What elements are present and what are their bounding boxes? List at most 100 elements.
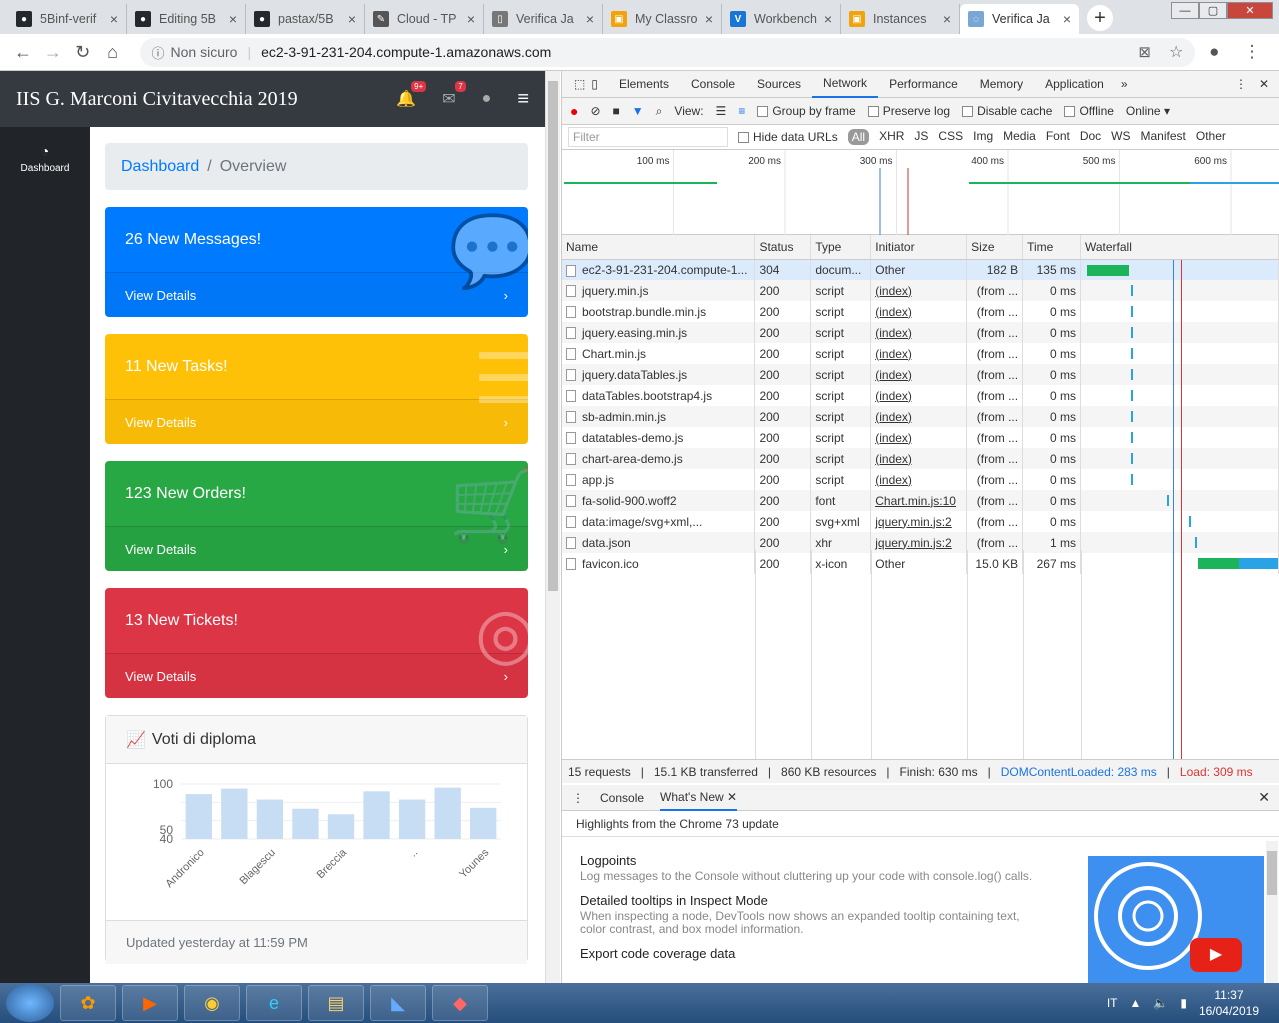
home-icon[interactable]: ⌂ [98, 42, 128, 63]
devtools-menu-icon[interactable]: ⋮ [1235, 77, 1247, 91]
table-row[interactable]: ec2-3-91-231-204.compute-1... 304 docum...… [562, 259, 1279, 280]
cell-initiator[interactable]: (index) [875, 368, 912, 382]
close-tab-icon[interactable]: × [943, 11, 951, 27]
vscode-icon[interactable]: ◣ [370, 985, 426, 1021]
devtools-tab-network[interactable]: Network [812, 71, 879, 98]
brand-title[interactable]: IIS G. Marconi Civitavecchia 2019 [16, 88, 370, 111]
column-header-type[interactable]: Type [810, 235, 872, 260]
close-tab-icon[interactable]: ✕ [727, 790, 737, 804]
table-row[interactable]: Chart.min.js 200 script (index) (from ... 0 m… [562, 343, 1279, 364]
hide-data-urls-checkbox[interactable]: Hide data URLs [738, 130, 838, 144]
close-tab-icon[interactable]: × [348, 11, 356, 27]
cell-initiator[interactable]: (index) [875, 452, 912, 466]
cell-initiator[interactable]: (index) [875, 347, 912, 361]
more-tabs-icon[interactable]: » [1121, 77, 1128, 91]
table-row[interactable]: datatables-demo.js 200 script (index) (from … [562, 427, 1279, 448]
clear-icon[interactable]: ⊘ [590, 104, 600, 118]
browser-tab[interactable]: ✎ Cloud - TP × [365, 4, 484, 34]
large-rows-icon[interactable]: ☰ [716, 104, 727, 118]
browser-tab[interactable]: ◌ Verifica Ja × [960, 4, 1079, 34]
column-header-initiator[interactable]: Initiator [870, 235, 968, 260]
settings-app-icon[interactable]: ✿ [60, 985, 116, 1021]
capture-screenshots-icon[interactable]: ■ [613, 104, 620, 118]
disable-cache-checkbox[interactable]: Disable cache [962, 104, 1052, 118]
type-filter-img[interactable]: Img [973, 129, 993, 145]
type-filter-xhr[interactable]: XHR [879, 129, 904, 145]
close-tab-icon[interactable]: × [705, 11, 713, 27]
column-header-name[interactable]: Name [562, 235, 756, 260]
clock[interactable]: 11:37 16/04/2019 [1199, 987, 1259, 1019]
type-filter-js[interactable]: JS [914, 129, 928, 145]
page-scrollbar[interactable] [545, 71, 560, 983]
chart-bar[interactable] [470, 807, 497, 839]
close-tab-icon[interactable]: × [1063, 11, 1071, 27]
type-filter-other[interactable]: Other [1196, 129, 1226, 145]
git-icon[interactable]: ◆ [432, 985, 488, 1021]
tray-expand-icon[interactable]: ▲ [1129, 996, 1141, 1010]
table-row[interactable]: jquery.easing.min.js 200 script (index) (fro… [562, 322, 1279, 343]
browser-tab[interactable]: ● Editing 5B × [127, 4, 246, 34]
browser-tab[interactable]: ● pastax/5B × [246, 4, 365, 34]
devtools-tab-performance[interactable]: Performance [878, 71, 969, 98]
view-details-link[interactable]: View Details › [105, 399, 528, 444]
browser-tab[interactable]: ▯ Verifica Ja × [484, 4, 603, 34]
start-button[interactable] [6, 984, 54, 1022]
close-devtools-icon[interactable]: ✕ [1259, 77, 1269, 91]
cell-initiator[interactable]: (index) [875, 410, 912, 424]
bookmark-star-icon[interactable]: ☆ [1169, 42, 1183, 62]
type-filter-css[interactable]: CSS [938, 129, 963, 145]
filter-input[interactable]: Filter [568, 127, 728, 147]
user-circle-icon[interactable]: ● [482, 90, 492, 108]
back-icon[interactable]: ← [8, 42, 38, 63]
browser-tab[interactable]: V Workbench × [722, 4, 841, 34]
device-toolbar-icon[interactable]: ▯ [591, 77, 598, 91]
devtools-tab-application[interactable]: Application [1034, 71, 1115, 98]
type-filter-ws[interactable]: WS [1111, 129, 1130, 145]
reload-icon[interactable]: ↻ [68, 42, 98, 63]
info-icon[interactable]: ⓘ [152, 43, 165, 62]
bell-icon[interactable]: 🔔 9+ [396, 81, 427, 109]
browser-tab[interactable]: ▣ Instances × [841, 4, 960, 34]
type-filter-manifest[interactable]: Manifest [1141, 129, 1186, 145]
chrome-devtools-video-thumbnail[interactable]: ▶ [1088, 856, 1264, 983]
volume-icon[interactable]: 🔈 [1153, 996, 1168, 1010]
close-window-button[interactable]: ✕ [1227, 2, 1273, 19]
type-filter-media[interactable]: Media [1003, 129, 1036, 145]
cell-initiator[interactable]: (index) [875, 389, 912, 403]
url-text[interactable]: ec2-3-91-231-204.compute-1.amazonaws.com [261, 44, 551, 60]
throttling-select[interactable]: Online ▾ [1126, 104, 1170, 118]
close-drawer-icon[interactable]: ✕ [1258, 789, 1270, 806]
network-icon[interactable]: ▮ [1180, 996, 1187, 1010]
drawer-menu-icon[interactable]: ⋮ [572, 791, 584, 805]
close-tab-icon[interactable]: × [824, 11, 832, 27]
page-scrollbar-thumb[interactable] [548, 81, 558, 591]
offline-checkbox[interactable]: Offline [1064, 104, 1114, 118]
table-row[interactable]: dataTables.bootstrap4.js 200 script (index)… [562, 385, 1279, 406]
cell-initiator[interactable]: (index) [875, 473, 912, 487]
filter-funnel-icon[interactable]: ▼ [632, 104, 644, 118]
omnibox[interactable]: ⓘ Non sicuro | ec2-3-91-231-204.compute-… [139, 37, 1196, 67]
profile-icon[interactable]: ● [1195, 42, 1233, 62]
chrome-icon[interactable]: ◉ [184, 985, 240, 1021]
chart-bar[interactable] [327, 814, 355, 839]
table-row[interactable]: sb-admin.min.js 200 script (index) (from ...… [562, 406, 1279, 427]
youtube-play-icon[interactable]: ▶ [1190, 938, 1242, 972]
envelope-icon[interactable]: ✉ 7 [442, 81, 466, 109]
new-tab-button[interactable]: + [1087, 5, 1113, 31]
devtools-tab-memory[interactable]: Memory [969, 71, 1034, 98]
record-icon[interactable]: ● [570, 103, 578, 119]
cell-initiator[interactable]: (index) [875, 326, 912, 340]
table-row[interactable]: fa-solid-900.woff2 200 font Chart.min.js:10… [562, 490, 1279, 511]
drawer-scrollbar[interactable] [1266, 841, 1278, 983]
devtools-tab-sources[interactable]: Sources [746, 71, 812, 98]
table-row[interactable]: chart-area-demo.js 200 script (index) (from … [562, 448, 1279, 469]
breadcrumb-link-dashboard[interactable]: Dashboard [121, 158, 199, 176]
devtools-tab-elements[interactable]: Elements [608, 71, 680, 98]
browser-tab[interactable]: ● 5Binf-verif × [8, 4, 127, 34]
chart-bar[interactable] [292, 808, 319, 839]
close-tab-icon[interactable]: × [110, 11, 118, 27]
table-row[interactable]: data:image/svg+xml,... 200 svg+xml jquery.m… [562, 511, 1279, 532]
cell-initiator[interactable]: jquery.min.js:2 [875, 515, 951, 529]
chart-bar[interactable] [363, 791, 390, 839]
chart-bar[interactable] [434, 787, 461, 839]
